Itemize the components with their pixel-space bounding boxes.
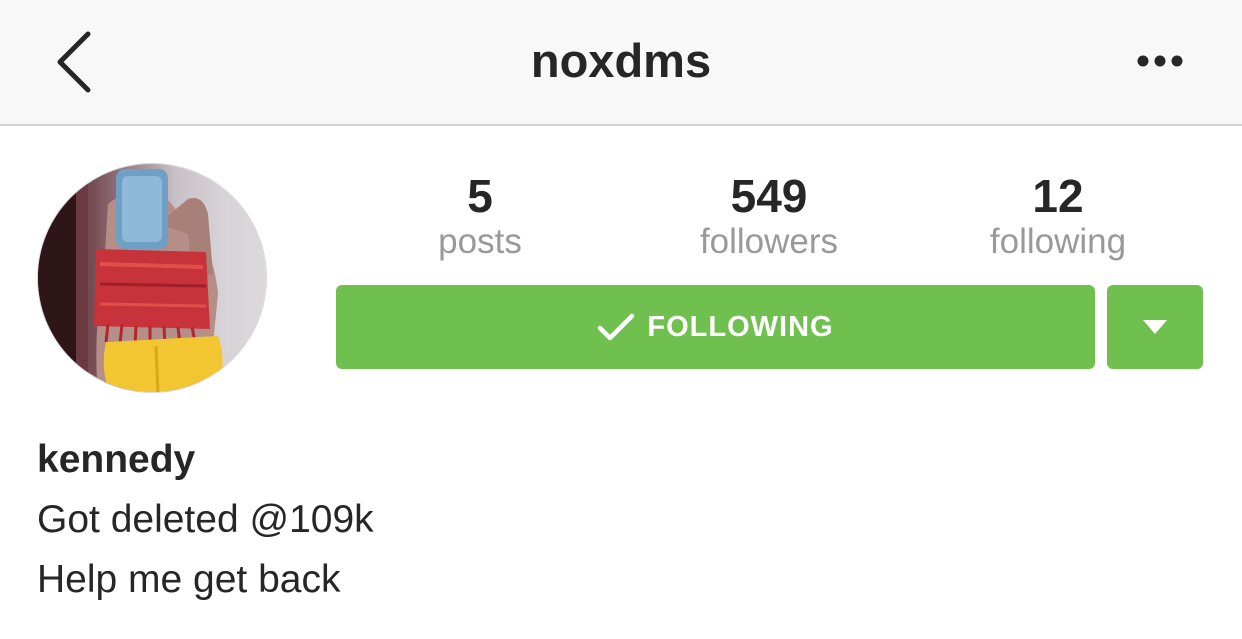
suggested-accounts-dropdown-button[interactable] xyxy=(1107,285,1203,369)
following-count: 12 xyxy=(1032,170,1084,222)
followers-label: followers xyxy=(699,222,839,261)
followers-count: 549 xyxy=(730,170,808,222)
following-button-label: FOLLOWING xyxy=(647,310,834,343)
posts-count: 5 xyxy=(467,170,493,222)
back-button[interactable] xyxy=(44,22,104,102)
profile-photo xyxy=(38,164,266,392)
caret-down-icon xyxy=(1143,320,1167,334)
bio-line: Help me get back xyxy=(37,558,341,601)
more-options-button[interactable] xyxy=(1124,38,1196,84)
chevron-left-icon xyxy=(57,31,91,93)
checkmark-icon xyxy=(597,312,635,342)
profile-avatar[interactable] xyxy=(37,163,267,393)
followers-stat[interactable]: 549 followers xyxy=(649,170,889,262)
following-label: following xyxy=(989,222,1127,261)
bio-line: Got deleted @109k xyxy=(37,498,374,541)
ellipsis-icon xyxy=(1137,55,1183,67)
posts-label: posts xyxy=(438,222,522,261)
following-button[interactable]: FOLLOWING xyxy=(336,285,1095,369)
posts-stat[interactable]: 5 posts xyxy=(360,170,600,262)
following-stat[interactable]: 12 following xyxy=(938,170,1178,262)
profile-display-name: kennedy xyxy=(37,438,196,481)
top-navigation-bar: noxdms xyxy=(0,0,1242,126)
profile-username-title: noxdms xyxy=(530,34,712,87)
